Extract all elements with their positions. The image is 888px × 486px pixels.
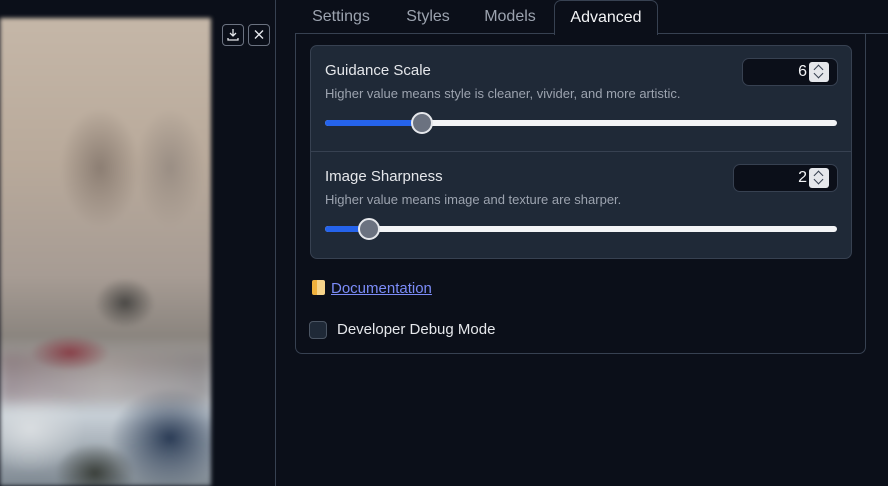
developer-debug-mode-label: Developer Debug Mode bbox=[337, 321, 496, 338]
image-sharpness-number-input[interactable]: 2 bbox=[733, 164, 838, 192]
image-output-panel bbox=[0, 0, 276, 486]
image-sharpness-slider[interactable] bbox=[325, 218, 837, 240]
tab-styles[interactable]: Styles bbox=[396, 0, 460, 34]
notebook-icon bbox=[312, 280, 325, 295]
download-button[interactable] bbox=[222, 24, 244, 46]
guidance-scale-slider[interactable] bbox=[325, 112, 837, 134]
image-sharpness-thumb[interactable] bbox=[357, 218, 380, 240]
guidance-scale-block: Guidance Scale Higher value means style … bbox=[311, 46, 851, 152]
documentation-link-label: Documentation bbox=[331, 280, 432, 297]
app-root: Settings Styles Models Advanced Guidance… bbox=[0, 0, 888, 486]
tab-models[interactable]: Models bbox=[476, 0, 544, 34]
generated-image[interactable] bbox=[0, 18, 211, 486]
guidance-scale-info: Higher value means style is cleaner, viv… bbox=[325, 86, 681, 101]
developer-debug-mode-checkbox[interactable] bbox=[309, 321, 327, 339]
guidance-scale-label: Guidance Scale bbox=[325, 62, 431, 79]
image-sharpness-info: Higher value means image and texture are… bbox=[325, 192, 622, 207]
image-sharpness-value: 2 bbox=[798, 169, 807, 186]
guidance-scale-value: 6 bbox=[798, 63, 807, 80]
download-icon bbox=[223, 28, 243, 41]
tab-advanced[interactable]: Advanced bbox=[554, 0, 658, 35]
guidance-scale-stepper-icon[interactable] bbox=[809, 62, 829, 82]
guidance-scale-number-input[interactable]: 6 bbox=[742, 58, 838, 86]
close-button[interactable] bbox=[248, 24, 270, 46]
image-sharpness-label: Image Sharpness bbox=[325, 168, 443, 185]
guidance-scale-thumb[interactable] bbox=[411, 112, 434, 134]
image-sharpness-stepper-icon[interactable] bbox=[809, 168, 829, 188]
tab-bar: Settings Styles Models Advanced bbox=[296, 0, 888, 35]
documentation-link[interactable]: Documentation bbox=[312, 280, 432, 297]
image-sharpness-block: Image Sharpness Higher value means image… bbox=[311, 152, 851, 258]
close-icon bbox=[249, 28, 269, 41]
slider-group: Guidance Scale Higher value means style … bbox=[310, 45, 852, 259]
tab-settings[interactable]: Settings bbox=[306, 0, 376, 34]
guidance-scale-fill bbox=[325, 120, 423, 126]
